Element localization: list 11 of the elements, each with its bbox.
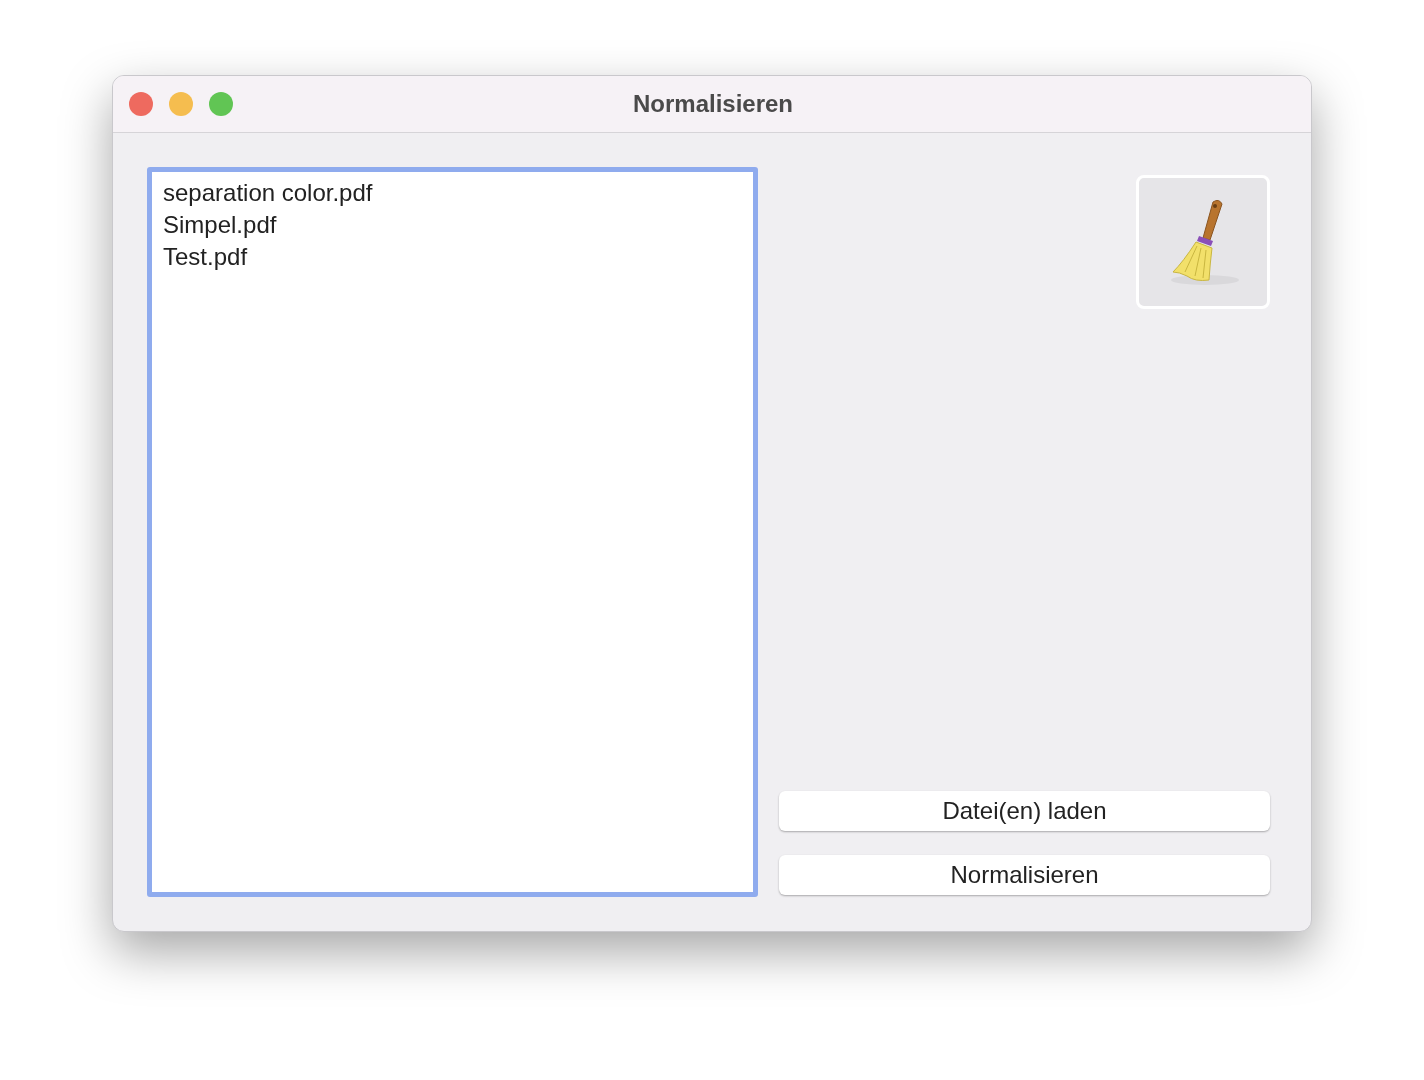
file-item[interactable]: separation color.pdf	[163, 177, 742, 209]
clean-button[interactable]	[1136, 175, 1270, 309]
file-item[interactable]: Simpel.pdf	[163, 209, 742, 241]
minimize-button[interactable]	[169, 92, 193, 116]
action-button[interactable]: Datei(en) laden	[779, 791, 1270, 831]
file-item[interactable]: Test.pdf	[163, 241, 742, 273]
close-button[interactable]	[129, 92, 153, 116]
file-list[interactable]: separation color.pdf Simpel.pdf Test.pdf	[147, 167, 758, 897]
window-title: Normalisieren	[631, 89, 795, 119]
action-button[interactable]: Normalisieren	[779, 855, 1270, 895]
zoom-button[interactable]	[209, 92, 233, 116]
